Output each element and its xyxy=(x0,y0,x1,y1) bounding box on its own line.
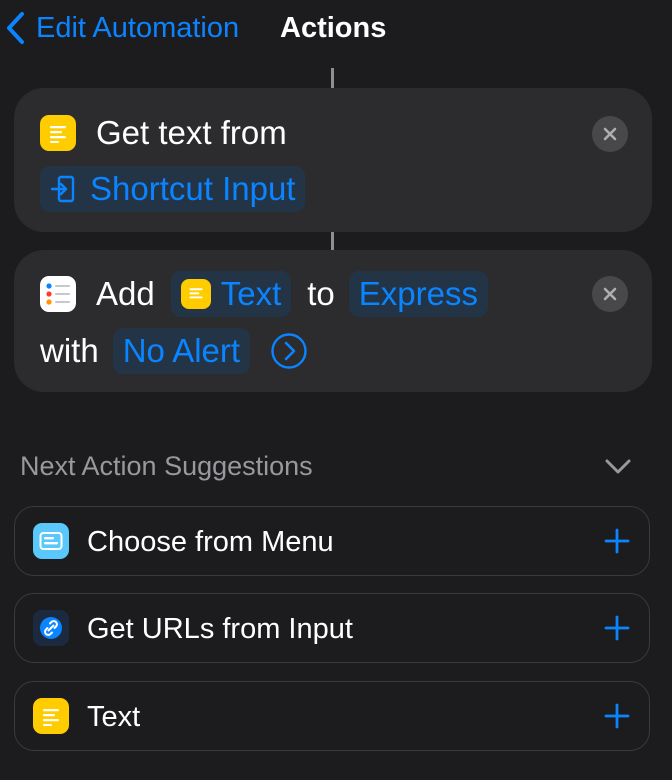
connector-line-top xyxy=(331,68,334,88)
chevron-right-circle-icon xyxy=(271,333,307,369)
reminders-icon xyxy=(40,276,76,312)
text-icon xyxy=(40,115,76,151)
collapse-suggestions-button[interactable] xyxy=(602,452,634,480)
close-icon xyxy=(603,127,617,141)
suggestions-header: Next Action Suggestions xyxy=(20,451,313,481)
action-row: Add Text to Express xyxy=(40,271,488,317)
remove-action-button[interactable] xyxy=(592,276,628,312)
add-word: Add xyxy=(96,275,155,312)
action-row: with No Alert xyxy=(40,328,308,374)
plus-icon[interactable] xyxy=(603,527,631,555)
action-label: Get text from xyxy=(96,114,287,151)
action-card-add-reminder[interactable]: Add Text to Express with No Alert xyxy=(14,250,652,392)
with-word: with xyxy=(40,332,99,369)
text-variable-token[interactable]: Text xyxy=(170,271,292,317)
to-word: to xyxy=(307,275,335,312)
navigation-bar: Edit Automation Actions xyxy=(0,0,672,60)
suggestion-label: Get URLs from Input xyxy=(87,613,353,645)
action-card-get-text[interactable]: Get text from Shortcut Input xyxy=(14,88,652,232)
input-icon xyxy=(50,175,75,203)
plus-icon[interactable] xyxy=(603,614,631,642)
close-icon xyxy=(603,287,617,301)
suggestion-label: Text xyxy=(87,701,141,733)
back-button[interactable]: Edit Automation xyxy=(4,8,239,48)
back-button-label: Edit Automation xyxy=(36,11,240,44)
shortcut-input-token[interactable]: Shortcut Input xyxy=(40,166,306,212)
remove-action-button[interactable] xyxy=(592,116,628,152)
list-token[interactable]: Express xyxy=(348,271,488,317)
expand-options-button[interactable] xyxy=(270,332,308,370)
text-variable-label: Text xyxy=(220,275,282,312)
action-row: Shortcut Input xyxy=(40,166,306,212)
text-icon xyxy=(180,279,211,309)
choose-from-menu-icon xyxy=(33,523,69,559)
suggestion-choose-from-menu[interactable]: Choose from Menu xyxy=(14,506,650,576)
link-icon xyxy=(33,610,69,646)
text-icon xyxy=(33,698,69,734)
alert-token[interactable]: No Alert xyxy=(112,328,251,374)
shortcut-input-label: Shortcut Input xyxy=(90,170,296,207)
suggestion-text[interactable]: Text xyxy=(14,681,650,751)
chevron-down-icon xyxy=(605,459,631,474)
action-row: Get text from xyxy=(40,110,287,156)
page-title: Actions xyxy=(280,12,387,44)
suggestion-get-urls-from-input[interactable]: Get URLs from Input xyxy=(14,593,650,663)
suggestion-label: Choose from Menu xyxy=(87,526,334,558)
chevron-left-icon xyxy=(7,12,24,44)
plus-icon[interactable] xyxy=(603,702,631,730)
connector-line-middle xyxy=(331,232,334,250)
